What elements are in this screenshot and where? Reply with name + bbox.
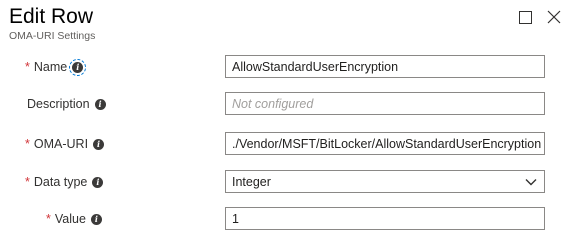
name-label-group: * Name i [25, 55, 87, 79]
info-icon[interactable]: i [92, 176, 104, 188]
data-type-row: * Data type i Integer [0, 170, 570, 194]
required-marker: * [46, 212, 51, 226]
x-icon [547, 10, 561, 24]
required-marker: * [25, 175, 30, 189]
data-type-label-group: * Data type i [25, 170, 104, 194]
panel-header: Edit Row OMA-URI Settings [9, 5, 95, 42]
name-row: * Name i AllowStandardUserEncryption [0, 55, 570, 79]
info-icon[interactable]: i [69, 58, 87, 76]
description-input[interactable]: Not configured [225, 92, 545, 115]
description-placeholder: Not configured [232, 96, 314, 111]
oma-uri-input-value: ./Vendor/MSFT/BitLocker/AllowStandardUse… [232, 136, 542, 151]
edit-row-panel: Edit Row OMA-URI Settings * Name i Allow… [0, 0, 570, 247]
oma-uri-label: OMA-URI [33, 137, 89, 151]
maximize-button[interactable] [515, 7, 535, 27]
oma-uri-label-group: * OMA-URI i [25, 132, 105, 156]
close-button[interactable] [544, 7, 564, 27]
description-label-group: Description i [27, 92, 106, 116]
oma-uri-row: * OMA-URI i ./Vendor/MSFT/BitLocker/Allo… [0, 132, 570, 156]
page-title: Edit Row [9, 5, 94, 28]
info-icon[interactable]: i [93, 138, 105, 150]
data-type-label: Data type [33, 175, 88, 189]
oma-uri-input[interactable]: ./Vendor/MSFT/BitLocker/AllowStandardUse… [225, 132, 545, 155]
name-input-value: AllowStandardUserEncryption [232, 59, 399, 74]
required-marker: * [25, 137, 30, 151]
required-marker: * [25, 60, 30, 74]
description-label: Description [27, 97, 90, 111]
chevron-down-icon [525, 179, 537, 186]
square-icon [518, 10, 532, 24]
name-input[interactable]: AllowStandardUserEncryption [225, 55, 545, 78]
data-type-select[interactable]: Integer [225, 170, 545, 193]
info-icon[interactable]: i [94, 98, 106, 110]
value-row: * Value i 1 [0, 207, 570, 231]
value-label-group: * Value i [46, 207, 102, 231]
value-label: Value [54, 212, 86, 226]
data-type-selected-value: Integer [232, 174, 271, 189]
value-input[interactable]: 1 [225, 207, 545, 230]
name-label: Name [33, 60, 68, 74]
value-input-value: 1 [232, 211, 239, 226]
info-icon[interactable]: i [90, 213, 102, 225]
page-subtitle: OMA-URI Settings [9, 30, 96, 42]
description-row: Description i Not configured [0, 92, 570, 116]
